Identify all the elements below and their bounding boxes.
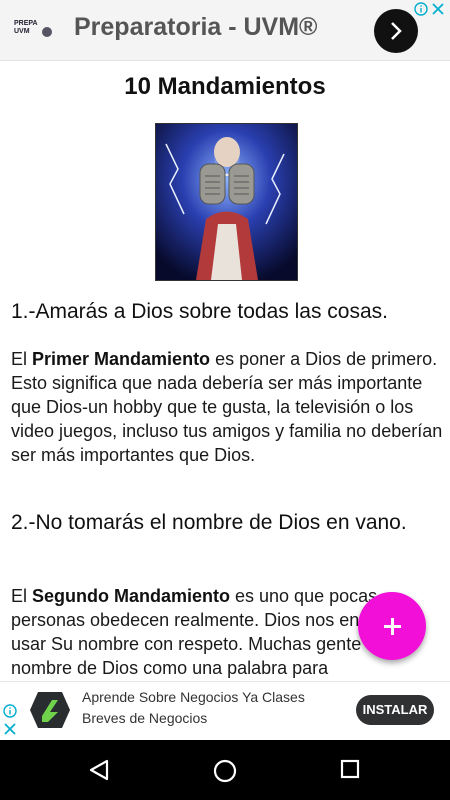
second-commandment-label: Segundo Mandamiento xyxy=(32,586,231,606)
ad-info-icon[interactable] xyxy=(3,704,17,718)
ad-open-button[interactable] xyxy=(374,9,418,53)
section-2-heading: 2.-No tomarás el nombre de Dios en vano. xyxy=(11,511,407,534)
ad-line-2[interactable]: Breves de Negocios xyxy=(82,710,207,726)
uvm-logo: PREPA UVM xyxy=(14,20,56,42)
recents-icon[interactable] xyxy=(340,759,360,779)
ad-close-icon[interactable] xyxy=(431,2,445,16)
arrow-right-icon xyxy=(391,22,402,40)
app-logo-icon xyxy=(30,692,70,728)
ad-line-1[interactable]: Aprende Sobre Negocios Ya Clases xyxy=(82,689,305,705)
page-title: 10 Mandamientos xyxy=(124,73,326,100)
ad-close-icon[interactable] xyxy=(3,722,17,736)
system-nav-bar xyxy=(0,740,450,800)
section-1-paragraph: El Primer Mandamiento es poner a Dios de… xyxy=(11,349,443,465)
first-commandment-label: Primer Mandamiento xyxy=(32,349,211,369)
home-icon[interactable] xyxy=(213,759,237,783)
top-ad-banner[interactable]: PREPA UVM Preparatoria - UVM® xyxy=(0,0,450,61)
moses-tablets-image xyxy=(155,123,298,281)
ad-title[interactable]: Preparatoria - UVM® xyxy=(74,13,317,42)
uvm-logo-text: PREPA UVM xyxy=(14,20,38,35)
section-1-heading: 1.-Amarás a Dios sobre todas las cosas. xyxy=(11,300,388,323)
add-fab-button[interactable] xyxy=(358,592,426,660)
install-button[interactable]: INSTALAR xyxy=(356,695,434,725)
back-icon[interactable] xyxy=(88,759,110,781)
article-content[interactable]: 10 Mandamientos 1.-Amarás a Dios sobre t… xyxy=(0,61,450,681)
bottom-ad-banner[interactable]: Aprende Sobre Negocios Ya Clases Breves … xyxy=(0,681,450,741)
ad-info-icon[interactable] xyxy=(414,2,428,16)
